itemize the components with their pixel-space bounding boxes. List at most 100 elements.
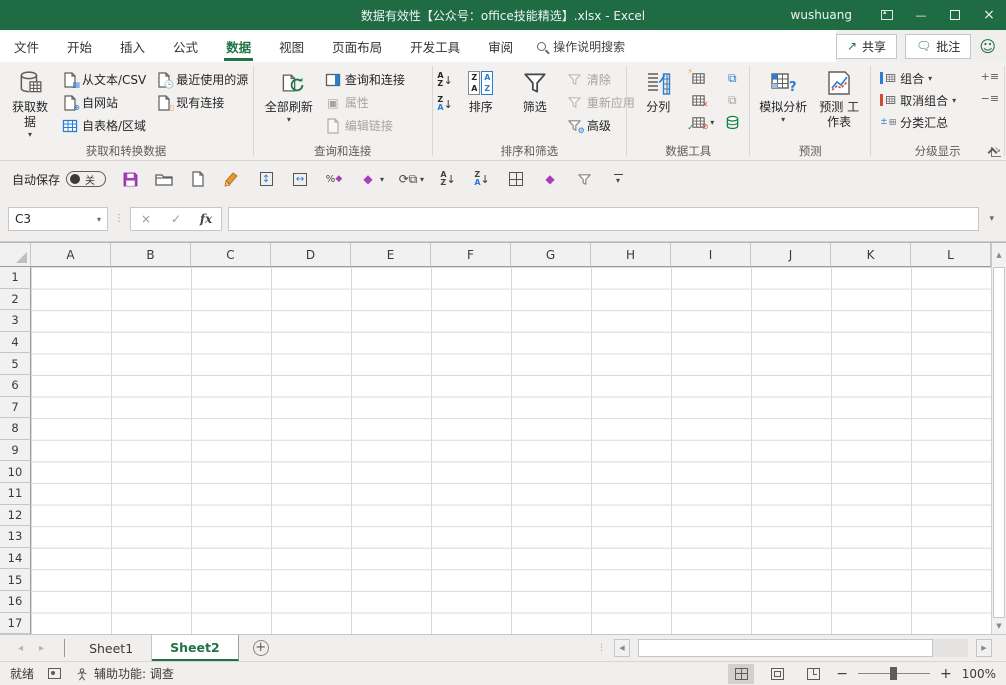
new-sheet-button[interactable]: +: [252, 640, 269, 656]
borders-button[interactable]: [506, 169, 526, 189]
ribbon-display-options-button[interactable]: [870, 0, 904, 30]
zoom-slider[interactable]: [857, 667, 930, 680]
column-header-A[interactable]: A: [31, 243, 111, 267]
collapse-ribbon-button[interactable]: [987, 145, 998, 158]
formula-bar-splitter[interactable]: ⋮: [114, 214, 124, 224]
qat-sort-descending-button[interactable]: Z A ↓: [472, 169, 492, 189]
row-header-7[interactable]: 7: [0, 396, 31, 419]
expand-formula-bar-button[interactable]: ▾: [985, 214, 998, 224]
row-header-3[interactable]: 3: [0, 310, 31, 332]
column-header-L[interactable]: L: [911, 243, 991, 267]
row-height-button[interactable]: ↕: [256, 169, 276, 189]
row-header-17[interactable]: 17: [0, 612, 31, 635]
enter-button[interactable]: ✓: [161, 212, 191, 226]
horizontal-scrollbar[interactable]: [638, 639, 968, 657]
manage-data-model-button[interactable]: [720, 112, 744, 132]
tab-home[interactable]: 开始: [53, 30, 106, 62]
row-header-11[interactable]: 11: [0, 482, 31, 505]
vertical-scrollbar-thumb[interactable]: [993, 267, 1005, 618]
text-to-columns-button[interactable]: 分列: [632, 64, 684, 115]
zoom-level[interactable]: 100%: [962, 667, 996, 681]
existing-connections-button[interactable]: ▯ 现有连接: [152, 91, 252, 114]
hscroll-left-button[interactable]: ◀: [614, 639, 630, 657]
column-header-G[interactable]: G: [511, 243, 591, 267]
customize-qat-button[interactable]: ▾: [608, 169, 628, 189]
tab-view[interactable]: 视图: [265, 30, 318, 62]
forecast-sheet-button[interactable]: 预测 工作表: [813, 64, 865, 130]
tab-developer[interactable]: 开发工具: [396, 30, 474, 62]
autosave-switch[interactable]: 关: [66, 171, 107, 187]
tab-review[interactable]: 审阅: [474, 30, 527, 62]
row-header-16[interactable]: 16: [0, 590, 31, 613]
filter-button[interactable]: 筛选: [509, 64, 561, 115]
row-header-1[interactable]: 1: [0, 267, 31, 289]
queries-connections-button[interactable]: 查询和连接: [321, 68, 409, 91]
tell-me-search[interactable]: 操作说明搜索: [527, 30, 635, 62]
column-header-C[interactable]: C: [191, 243, 271, 267]
row-header-15[interactable]: 15: [0, 569, 31, 591]
sort-descending-icon[interactable]: Z A ↓: [437, 96, 452, 112]
from-text-csv-button[interactable]: ▤ 从文本/CSV: [58, 68, 150, 91]
print-preview-button[interactable]: [188, 169, 208, 189]
recent-sources-button[interactable]: 🕒 最近使用的源: [152, 68, 252, 91]
sort-ascending-icon[interactable]: A Z ↓: [437, 72, 452, 88]
row-header-5[interactable]: 5: [0, 353, 31, 375]
column-width-button[interactable]: ↔: [290, 169, 310, 189]
tab-page-layout[interactable]: 页面布局: [318, 30, 396, 62]
sheet-tab-sheet2[interactable]: Sheet2: [152, 635, 239, 661]
tab-insert[interactable]: 插入: [106, 30, 159, 62]
column-header-H[interactable]: H: [591, 243, 671, 267]
scroll-down-button[interactable]: ▼: [992, 618, 1006, 634]
open-button[interactable]: [154, 169, 174, 189]
page-break-view-button[interactable]: [800, 664, 826, 684]
hscroll-right-button[interactable]: ▶: [976, 639, 992, 657]
refresh-all-button[interactable]: 全部刷新 ▾: [259, 64, 319, 125]
show-detail-button[interactable]: +≡: [981, 68, 999, 84]
name-box[interactable]: C3 ▾: [8, 207, 108, 231]
minimize-button[interactable]: —: [904, 0, 938, 30]
horizontal-scrollbar-thumb[interactable]: [638, 639, 933, 657]
select-all-button[interactable]: [0, 243, 31, 267]
sort-button[interactable]: ZAAZ 排序: [455, 64, 507, 115]
row-header-10[interactable]: 10: [0, 461, 31, 483]
next-sheet-button[interactable]: ▸: [39, 643, 44, 654]
normal-view-button[interactable]: [728, 663, 755, 684]
comments-button[interactable]: 🗨 批注: [905, 33, 972, 59]
erase-dropdown-button[interactable]: ◆ ▾: [358, 169, 384, 189]
accessibility-status[interactable]: 辅助功能: 调查: [75, 665, 174, 682]
insert-function-button[interactable]: fx: [191, 212, 221, 226]
horizontal-scrollbar-track[interactable]: [933, 639, 968, 657]
group-button[interactable]: 组合 ▾: [876, 68, 936, 88]
scroll-up-button[interactable]: ▲: [991, 243, 1006, 267]
qat-sort-ascending-button[interactable]: A Z ↓: [438, 169, 458, 189]
share-button[interactable]: ↗ 共享: [835, 33, 898, 59]
zoom-slider-thumb[interactable]: [889, 667, 897, 680]
column-header-J[interactable]: J: [751, 243, 831, 267]
format-painter-button[interactable]: [222, 169, 242, 189]
column-header-K[interactable]: K: [831, 243, 911, 267]
data-validation-button[interactable]: ✓ ⊘ ▾: [686, 112, 718, 132]
row-header-14[interactable]: 14: [0, 547, 31, 570]
clear-formats-button[interactable]: % ◆: [324, 169, 344, 189]
hide-detail-button[interactable]: −≡: [981, 90, 999, 106]
formula-input[interactable]: [228, 207, 980, 231]
eraser-button[interactable]: ◆: [540, 169, 560, 189]
column-header-F[interactable]: F: [431, 243, 511, 267]
get-data-button[interactable]: 获取数据 ▾: [4, 64, 56, 140]
maximize-button[interactable]: [938, 0, 972, 30]
row-header-8[interactable]: 8: [0, 418, 31, 440]
feedback-smiley-icon[interactable]: ☺: [979, 37, 996, 56]
column-header-E[interactable]: E: [351, 243, 431, 267]
cell-area[interactable]: [31, 267, 991, 634]
vertical-scrollbar[interactable]: ▼: [991, 267, 1006, 634]
refresh-cells-dropdown-button[interactable]: ⟳⧉ ▾: [398, 169, 424, 189]
previous-sheet-button[interactable]: ◂: [18, 643, 23, 654]
sheet-tab-sheet1[interactable]: Sheet1: [71, 635, 153, 661]
close-button[interactable]: ×: [972, 0, 1006, 30]
row-header-4[interactable]: 4: [0, 331, 31, 354]
tab-data[interactable]: 数据: [212, 30, 265, 62]
column-header-I[interactable]: I: [671, 243, 751, 267]
from-table-range-button[interactable]: 自表格/区域: [58, 114, 150, 137]
column-header-B[interactable]: B: [111, 243, 191, 267]
flash-fill-button[interactable]: ⚡: [686, 68, 718, 88]
